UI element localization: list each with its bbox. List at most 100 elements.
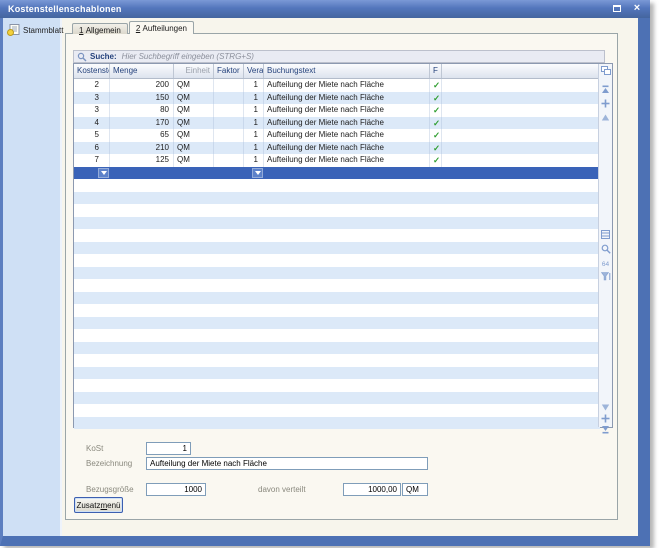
empty-row xyxy=(74,417,600,430)
table-row[interactable]: 4170QM1Aufteilung der Miete nach Fläche✓ xyxy=(74,117,600,130)
sum-badge-icon[interactable]: 64 xyxy=(600,259,611,270)
zoom-search-icon[interactable] xyxy=(600,243,611,254)
stammblatt-icon xyxy=(7,24,20,36)
check-icon: ✓ xyxy=(433,118,440,128)
column-header-menge[interactable]: Menge xyxy=(110,64,174,78)
cell-menge: 65 xyxy=(110,129,174,142)
window-title: Kostenstellenschablonen xyxy=(0,4,122,14)
grid-header-row: KostenstelleMengeEinheitFaktorVeraBuchun… xyxy=(74,64,600,79)
cell-filler xyxy=(442,117,600,130)
bezeichnung-label: Bezeichnung xyxy=(86,459,132,468)
cell-faktor xyxy=(214,154,244,167)
cell-kostenstelle: 2 xyxy=(74,79,110,92)
davon-verteilt-field[interactable] xyxy=(343,483,401,496)
empty-row xyxy=(74,392,600,405)
cell-faktor xyxy=(214,117,244,130)
cell-kostenstelle: 3 xyxy=(74,92,110,105)
check-icon: ✓ xyxy=(433,143,440,153)
column-header-buchungstext[interactable]: Buchungstext xyxy=(264,64,430,78)
window-titlebar: Kostenstellenschablonen × xyxy=(0,0,650,18)
cell-vera: 1 xyxy=(244,142,264,155)
table-row[interactable]: 2200QM1Aufteilung der Miete nach Fläche✓ xyxy=(74,79,600,92)
empty-row xyxy=(74,229,600,242)
column-chooser-icon[interactable] xyxy=(600,65,611,76)
cell-faktor xyxy=(214,142,244,155)
table-row[interactable]: 6210QM1Aufteilung der Miete nach Fläche✓ xyxy=(74,142,600,155)
empty-row xyxy=(74,354,600,367)
zusatzmenu-button[interactable]: Zusatzmenü xyxy=(74,497,123,513)
empty-row xyxy=(74,404,600,417)
data-grid: KostenstelleMengeEinheitFaktorVeraBuchun… xyxy=(73,63,613,428)
grid-scroll-strip: 64 xyxy=(598,64,612,427)
restore-button[interactable] xyxy=(610,2,624,15)
cell-menge: 210 xyxy=(110,142,174,155)
search-placeholder: Hier Suchbegriff eingeben (STRG+S) xyxy=(122,52,254,61)
tab-strip: 1 Allgemein 2 Aufteilungen xyxy=(72,21,195,34)
new-entry-row-selected[interactable] xyxy=(74,167,600,180)
bezugsgroesse-field[interactable] xyxy=(146,483,206,496)
cell-einheit: QM xyxy=(174,92,214,105)
check-icon: ✓ xyxy=(433,130,440,140)
search-icon xyxy=(77,52,87,62)
cell-einheit: QM xyxy=(174,142,214,155)
cell-vera: 1 xyxy=(244,79,264,92)
sidebar-item-label: Stammblatt xyxy=(23,26,63,35)
sidebar-item-stammblatt[interactable]: Stammblatt xyxy=(3,18,60,38)
titlebar-buttons: × xyxy=(610,2,644,15)
cell-faktor xyxy=(214,92,244,105)
table-row[interactable]: 380QM1Aufteilung der Miete nach Fläche✓ xyxy=(74,104,600,117)
column-header-einheit[interactable]: Einheit xyxy=(174,64,214,78)
cell-f: ✓ xyxy=(430,129,442,142)
bezeichnung-field[interactable] xyxy=(146,457,428,470)
kostenstelle-dropdown-button[interactable] xyxy=(98,168,109,178)
davon-einheit-field[interactable] xyxy=(402,483,428,496)
tab-allgemein[interactable]: 1 Allgemein xyxy=(72,23,128,34)
cell-kostenstelle: 4 xyxy=(74,117,110,130)
cell-f: ✓ xyxy=(430,104,442,117)
cell-f: ✓ xyxy=(430,142,442,155)
check-icon: ✓ xyxy=(433,155,440,165)
scroll-down-icon[interactable] xyxy=(600,402,611,413)
filter-icon[interactable] xyxy=(600,271,611,282)
scroll-up-icon[interactable] xyxy=(600,112,611,123)
scroll-pagedown-icon[interactable] xyxy=(600,413,611,424)
cell-filler xyxy=(442,154,600,167)
column-header-faktor[interactable]: Faktor xyxy=(214,64,244,78)
cell-filler xyxy=(442,92,600,105)
cell-menge: 200 xyxy=(110,79,174,92)
column-header-f[interactable]: F xyxy=(430,64,442,78)
column-header-kostenstelle[interactable]: Kostenstelle xyxy=(74,64,110,78)
cell-filler xyxy=(442,129,600,142)
cell-menge: 150 xyxy=(110,92,174,105)
cell-faktor xyxy=(214,79,244,92)
empty-row xyxy=(74,242,600,255)
close-button[interactable]: × xyxy=(630,2,644,15)
scroll-last-icon[interactable] xyxy=(600,424,611,435)
kost-field[interactable] xyxy=(146,442,191,455)
bezugsgroesse-label: Bezugsgröße xyxy=(86,485,134,494)
cell-vera: 1 xyxy=(244,154,264,167)
empty-row xyxy=(74,267,600,280)
empty-row xyxy=(74,217,600,230)
tab-aufteilungen[interactable]: 2 Aufteilungen xyxy=(129,21,194,34)
cell-menge: 170 xyxy=(110,117,174,130)
scroll-first-icon[interactable] xyxy=(600,84,611,95)
detail-view-icon[interactable] xyxy=(600,229,611,240)
check-icon: ✓ xyxy=(433,93,440,103)
scroll-pageup-icon[interactable] xyxy=(600,98,611,109)
table-row[interactable]: 565QM1Aufteilung der Miete nach Fläche✓ xyxy=(74,129,600,142)
empty-row xyxy=(74,254,600,267)
column-header-filler[interactable] xyxy=(442,64,600,78)
empty-row xyxy=(74,292,600,305)
cell-einheit: QM xyxy=(174,79,214,92)
cell-einheit: QM xyxy=(174,129,214,142)
column-header-vera[interactable]: Vera xyxy=(244,64,264,78)
chevron-down-icon xyxy=(255,171,261,175)
cell-kostenstelle: 6 xyxy=(74,142,110,155)
empty-row xyxy=(74,204,600,217)
grid-search-bar[interactable]: Suche: Hier Suchbegriff eingeben (STRG+S… xyxy=(73,50,605,63)
vera-dropdown-button[interactable] xyxy=(252,168,263,178)
table-row[interactable]: 7125QM1Aufteilung der Miete nach Fläche✓ xyxy=(74,154,600,167)
cell-vera: 1 xyxy=(244,129,264,142)
table-row[interactable]: 3150QM1Aufteilung der Miete nach Fläche✓ xyxy=(74,92,600,105)
